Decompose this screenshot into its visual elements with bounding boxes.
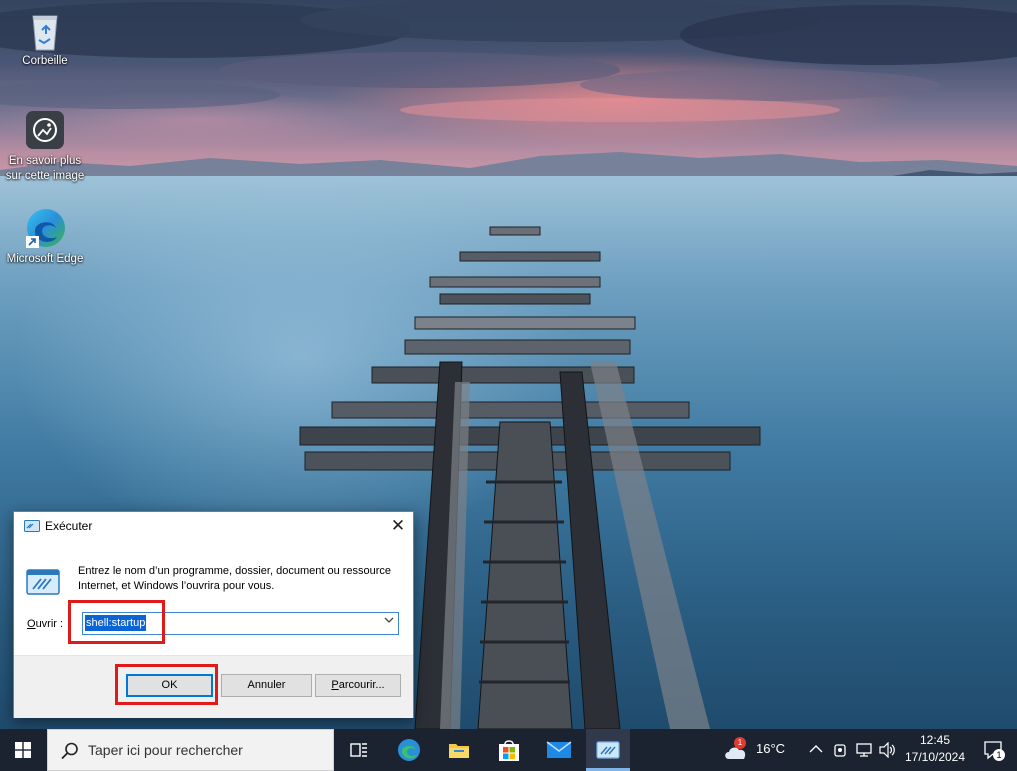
task-view-button[interactable] bbox=[337, 729, 381, 771]
edge-icon bbox=[23, 206, 67, 250]
network-icon bbox=[856, 743, 872, 757]
taskbar-search[interactable]: Taper ici pour rechercher bbox=[47, 729, 334, 771]
weather-badge: 1 bbox=[734, 737, 746, 749]
windows-logo-icon bbox=[15, 742, 31, 758]
highlight-open-field bbox=[68, 600, 165, 644]
taskbar-store[interactable] bbox=[487, 729, 531, 771]
tray-meet-now[interactable] bbox=[829, 729, 851, 771]
clouds bbox=[0, 0, 1017, 122]
camera-info-icon bbox=[23, 108, 67, 152]
notification-count-badge: 1 bbox=[993, 749, 1005, 761]
chevron-down-icon[interactable] bbox=[384, 616, 394, 627]
clock-date: 17/10/2024 bbox=[904, 750, 966, 764]
browse-accelerator: P bbox=[331, 679, 339, 691]
volume-icon bbox=[879, 742, 895, 758]
desktop-icon-label: Corbeille bbox=[22, 55, 68, 67]
taskbar-edge[interactable] bbox=[387, 729, 431, 771]
taskbar-file-explorer[interactable] bbox=[437, 729, 481, 771]
recycle-bin-icon bbox=[23, 8, 67, 52]
search-placeholder: Taper ici pour rechercher bbox=[88, 742, 243, 758]
run-dialog-title: Exécuter bbox=[45, 519, 93, 533]
edge-icon bbox=[398, 739, 420, 761]
tray-volume[interactable] bbox=[877, 729, 899, 771]
open-label: Ouvrir : bbox=[27, 618, 63, 630]
taskbar-run-active[interactable] bbox=[586, 729, 630, 771]
task-view-icon bbox=[350, 743, 367, 757]
desktop-icon-label: En savoir plus bbox=[8, 155, 82, 167]
weather-temperature: 16°C bbox=[756, 741, 786, 756]
run-program-icon bbox=[26, 569, 60, 595]
desktop-icon-label: Microsoft Edge bbox=[6, 253, 84, 265]
meet-icon bbox=[834, 744, 846, 757]
start-button[interactable] bbox=[0, 729, 46, 771]
clock-time: 12:45 bbox=[919, 733, 951, 747]
store-icon bbox=[499, 740, 519, 761]
weather-widget[interactable]: 1 16°C bbox=[720, 729, 792, 771]
run-icon bbox=[24, 520, 40, 532]
notification-center-button[interactable]: 1 bbox=[975, 729, 1013, 771]
open-label-text: uvrir : bbox=[35, 618, 64, 630]
mail-icon bbox=[546, 741, 572, 758]
desktop-icon-recycle-bin[interactable]: Corbeille bbox=[0, 8, 90, 69]
search-icon bbox=[61, 742, 78, 760]
chevron-up-icon bbox=[809, 745, 823, 753]
tray-clock[interactable]: 12:45 17/10/2024 bbox=[902, 729, 968, 771]
browse-button[interactable]: Parcourir... bbox=[315, 674, 401, 697]
run-description: Entrez le nom d’un programme, dossier, d… bbox=[78, 565, 392, 592]
run-dialog-titlebar[interactable]: Exécuter ✕ bbox=[14, 512, 413, 542]
highlight-ok-button bbox=[115, 664, 218, 705]
tray-overflow-button[interactable] bbox=[806, 729, 826, 771]
browse-label: arcourir... bbox=[338, 679, 385, 691]
desktop-icon-label: sur cette image bbox=[5, 170, 85, 182]
run-icon bbox=[596, 741, 620, 759]
taskbar-mail[interactable] bbox=[537, 729, 581, 771]
tray-network[interactable] bbox=[853, 729, 875, 771]
taskbar: Taper ici pour rechercher 1 16°C 12:45 1… bbox=[0, 729, 1017, 771]
file-explorer-icon bbox=[449, 744, 469, 758]
close-button[interactable]: ✕ bbox=[383, 512, 413, 542]
desktop-icon-edge[interactable]: Microsoft Edge bbox=[0, 206, 90, 267]
cancel-button[interactable]: Annuler bbox=[221, 674, 312, 697]
desktop-icon-spotlight-info[interactable]: En savoir plus sur cette image bbox=[0, 108, 90, 184]
open-label-accelerator: O bbox=[27, 618, 36, 630]
close-icon: ✕ bbox=[390, 516, 406, 535]
